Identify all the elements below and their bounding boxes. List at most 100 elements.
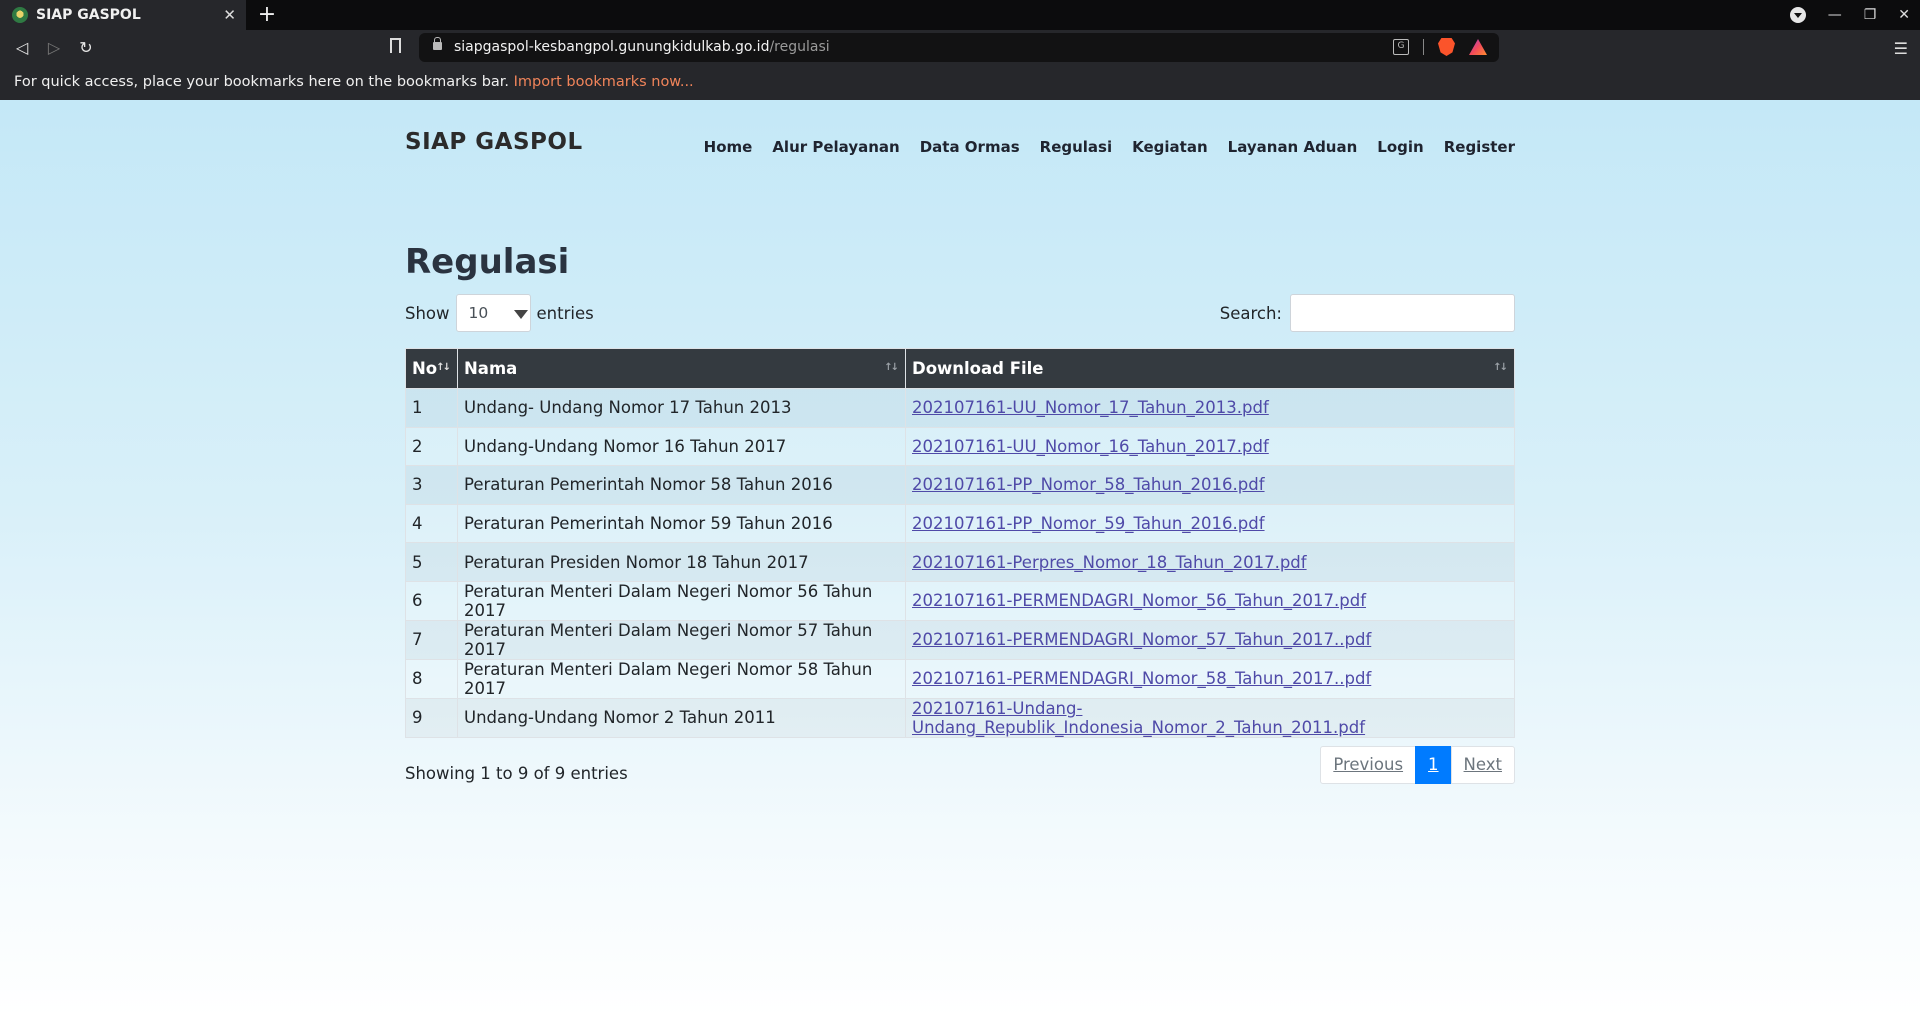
cell-no: 5 (405, 542, 458, 582)
table-row: 4 Peraturan Pemerintah Nomor 59 Tahun 20… (405, 503, 1515, 544)
download-link[interactable]: 202107161-UU_Nomor_16_Tahun_2017.pdf (912, 437, 1269, 456)
cell-no: 4 (405, 503, 458, 544)
forward-icon[interactable]: ▷ (44, 38, 64, 57)
menu-icon[interactable]: ☰ (1894, 39, 1908, 58)
search-label: Search: (1219, 303, 1282, 323)
address-bar[interactable]: siapgaspol-kesbangpol.gunungkidulkab.go.… (419, 33, 1499, 62)
cell-file: 202107161-PERMENDAGRI_Nomor_57_Tahun_201… (905, 619, 1515, 660)
cell-nama: Undang-Undang Nomor 16 Tahun 2017 (457, 426, 906, 467)
chevron-down-icon (513, 310, 528, 319)
browser-tab[interactable]: SIAP GASPOL ✕ (0, 0, 246, 30)
cell-nama: Peraturan Menteri Dalam Negeri Nomor 57 … (457, 619, 906, 660)
page-length-control: Show 10 entries (405, 294, 594, 332)
previous-button[interactable]: Previous (1320, 746, 1417, 784)
cell-nama: Peraturan Pemerintah Nomor 59 Tahun 2016 (457, 503, 906, 544)
cell-file: 202107161-PP_Nomor_59_Tahun_2016.pdf (905, 503, 1515, 544)
show-label: Show (405, 303, 450, 323)
download-link[interactable]: 202107161-PERMENDAGRI_Nomor_57_Tahun_201… (912, 630, 1371, 649)
cell-nama: Peraturan Presiden Nomor 18 Tahun 2017 (457, 542, 906, 582)
cell-nama: Undang- Undang Nomor 17 Tahun 2013 (457, 388, 906, 428)
translate-icon[interactable]: G (1393, 39, 1409, 55)
download-link[interactable]: 202107161-Undang-Undang_Republik_Indones… (912, 699, 1365, 737)
table-row: 8 Peraturan Menteri Dalam Negeri Nomor 5… (405, 658, 1515, 699)
restore-icon[interactable]: ❐ (1864, 7, 1877, 23)
cell-file: 202107161-Undang-Undang_Republik_Indones… (905, 697, 1515, 738)
close-tab-icon[interactable]: ✕ (223, 6, 236, 24)
minimize-icon[interactable]: — (1828, 7, 1842, 23)
import-bookmarks-link[interactable]: Import bookmarks now... (514, 74, 694, 90)
nav-kegiatan[interactable]: Kegiatan (1132, 138, 1208, 156)
cell-file: 202107161-UU_Nomor_16_Tahun_2017.pdf (905, 426, 1515, 467)
download-link[interactable]: 202107161-PERMENDAGRI_Nomor_56_Tahun_201… (912, 591, 1366, 610)
cell-no: 1 (405, 388, 458, 428)
reload-icon[interactable]: ↻ (76, 38, 96, 57)
sort-icon: ↑↓ (884, 362, 899, 373)
site-brand[interactable]: SIAP GASPOL (405, 129, 583, 155)
tab-search-icon[interactable] (1789, 7, 1806, 23)
pagination: Previous 1 Next (1320, 746, 1515, 784)
next-button[interactable]: Next (1450, 746, 1515, 784)
sort-icon: ↑↓ (436, 362, 451, 373)
download-link[interactable]: 202107161-UU_Nomor_17_Tahun_2013.pdf (912, 398, 1269, 417)
bookmark-icon[interactable] (390, 38, 401, 53)
column-header-download[interactable]: Download File ↑↓ (905, 348, 1515, 389)
cell-file: 202107161-UU_Nomor_17_Tahun_2013.pdf (905, 388, 1515, 428)
nav-data-ormas[interactable]: Data Ormas (920, 138, 1020, 156)
search-input[interactable] (1290, 294, 1515, 332)
brave-rewards-icon[interactable] (1469, 39, 1487, 55)
nav-alur-pelayanan[interactable]: Alur Pelayanan (772, 138, 899, 156)
nav-login[interactable]: Login (1377, 138, 1423, 156)
nav-layanan-aduan[interactable]: Layanan Aduan (1228, 138, 1358, 156)
url-text[interactable]: siapgaspol-kesbangpol.gunungkidulkab.go.… (454, 39, 830, 55)
cell-file: 202107161-PERMENDAGRI_Nomor_58_Tahun_201… (905, 658, 1515, 699)
page-1-button[interactable]: 1 (1415, 746, 1452, 784)
cell-file: 202107161-PERMENDAGRI_Nomor_56_Tahun_201… (905, 580, 1515, 621)
cell-no: 8 (405, 658, 458, 699)
lock-icon[interactable] (433, 37, 442, 50)
regulasi-table: No ↑↓ Nama ↑↓ Download File ↑↓ 1 Undang- Un… (405, 348, 1515, 738)
tab-title: SIAP GASPOL (36, 7, 141, 23)
cell-file: 202107161-Perpres_Nomor_18_Tahun_2017.pd… (905, 542, 1515, 582)
download-link[interactable]: 202107161-PP_Nomor_59_Tahun_2016.pdf (912, 514, 1265, 533)
cell-nama: Peraturan Pemerintah Nomor 58 Tahun 2016 (457, 465, 906, 505)
table-row: 2 Undang-Undang Nomor 16 Tahun 2017 2021… (405, 426, 1515, 467)
nav-regulasi[interactable]: Regulasi (1040, 138, 1112, 156)
page-title: Regulasi (405, 242, 570, 282)
cell-no: 7 (405, 619, 458, 660)
entries-label: entries (536, 303, 594, 323)
search-control: Search: (1220, 294, 1515, 332)
download-link[interactable]: 202107161-PERMENDAGRI_Nomor_58_Tahun_201… (912, 669, 1371, 688)
download-link[interactable]: 202107161-PP_Nomor_58_Tahun_2016.pdf (912, 475, 1265, 494)
nav-register[interactable]: Register (1444, 138, 1515, 156)
nav-home[interactable]: Home (704, 138, 753, 156)
page-viewport: SIAP GASPOL Home Alur Pelayanan Data Orm… (0, 100, 1920, 1017)
brave-shields-icon[interactable] (1438, 38, 1455, 56)
cell-no: 3 (405, 465, 458, 505)
divider (1423, 39, 1424, 55)
cell-nama: Peraturan Menteri Dalam Negeri Nomor 58 … (457, 658, 906, 699)
close-window-icon[interactable]: ✕ (1898, 7, 1910, 23)
bookmarks-bar: For quick access, place your bookmarks h… (0, 66, 1920, 100)
column-header-nama[interactable]: Nama ↑↓ (457, 348, 906, 389)
browser-tab-bar: SIAP GASPOL ✕ + — ❐ ✕ (0, 0, 1920, 30)
cell-no: 6 (405, 580, 458, 621)
browser-toolbar: ◁ ▷ ↻ siapgaspol-kesbangpol.gunungkidulk… (0, 30, 1920, 66)
back-icon[interactable]: ◁ (12, 38, 32, 57)
column-header-no[interactable]: No ↑↓ (405, 348, 458, 389)
cell-file: 202107161-PP_Nomor_58_Tahun_2016.pdf (905, 465, 1515, 505)
cell-no: 2 (405, 426, 458, 467)
new-tab-icon[interactable]: + (256, 2, 278, 28)
window-controls: — ❐ ✕ (1789, 0, 1910, 30)
cell-nama: Undang-Undang Nomor 2 Tahun 2011 (457, 697, 906, 738)
page-length-select[interactable]: 10 (455, 294, 531, 332)
table-row: 5 Peraturan Presiden Nomor 18 Tahun 2017… (405, 542, 1515, 582)
table-row: 3 Peraturan Pemerintah Nomor 58 Tahun 20… (405, 465, 1515, 505)
page-length-value: 10 (468, 304, 489, 322)
cell-no: 9 (405, 697, 458, 738)
table-row: 9 Undang-Undang Nomor 2 Tahun 2011 20210… (405, 697, 1515, 738)
site-favicon-icon (12, 7, 28, 23)
table-row: 1 Undang- Undang Nomor 17 Tahun 2013 202… (405, 388, 1515, 428)
download-link[interactable]: 202107161-Perpres_Nomor_18_Tahun_2017.pd… (912, 553, 1307, 572)
table-row: 6 Peraturan Menteri Dalam Negeri Nomor 5… (405, 580, 1515, 621)
table-row: 7 Peraturan Menteri Dalam Negeri Nomor 5… (405, 619, 1515, 660)
